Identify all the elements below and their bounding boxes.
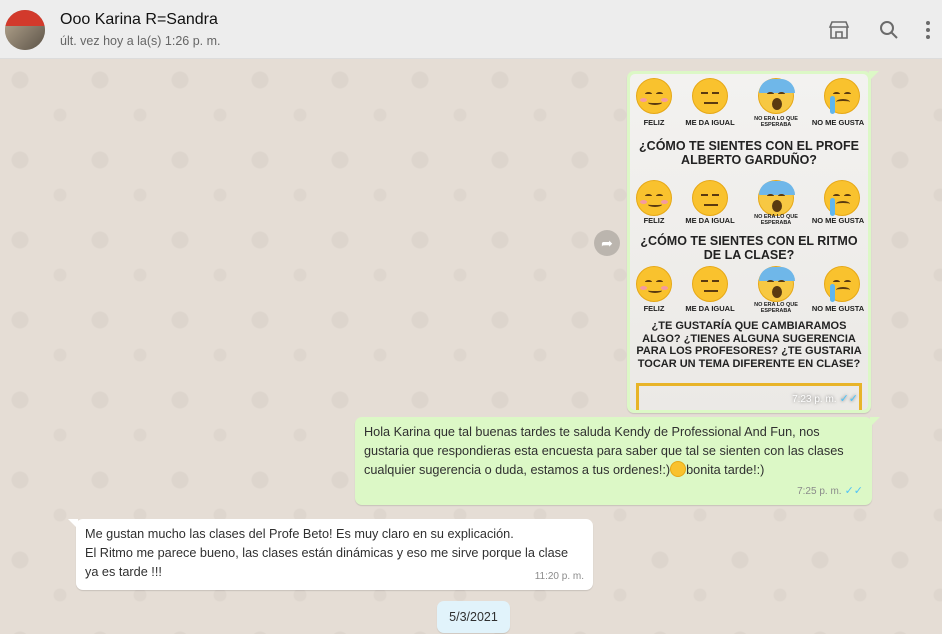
- bubble-tail: [869, 71, 879, 81]
- contact-name[interactable]: Ooo Karina R=Sandra: [60, 11, 218, 29]
- outgoing-message[interactable]: Hola Karina que tal buenas tardes te sal…: [355, 417, 880, 505]
- neutral-emoji-icon: [692, 78, 728, 114]
- last-seen-status: últ. vez hoy a la(s) 1:26 p. m.: [60, 34, 221, 48]
- bubble-tail: [68, 519, 78, 529]
- date-separator: 5/3/2021: [437, 601, 510, 633]
- crying-emoji-icon: [824, 266, 860, 302]
- avatar-banner: [5, 10, 45, 26]
- shocked-emoji-icon: [758, 180, 795, 216]
- poll-label: NO ERA LO QUE ESPERABA: [754, 116, 798, 128]
- chat-header: Ooo Karina R=Sandra últ. vez hoy a la(s)…: [0, 0, 942, 59]
- happy-emoji-icon: [636, 180, 672, 216]
- search-icon[interactable]: [877, 18, 901, 42]
- poll-label: ME DA IGUAL: [685, 118, 735, 127]
- neutral-emoji-icon: [692, 180, 728, 216]
- bubble-tail: [870, 417, 880, 427]
- message-text: Me gustan mucho las clases del Profe Bet…: [85, 527, 569, 579]
- poll-image[interactable]: FELIZ ME DA IGUAL NO ERA LO QUE ESPERABA…: [630, 74, 868, 410]
- message-text: Hola Karina que tal buenas tardes te sal…: [364, 425, 848, 477]
- avatar[interactable]: [5, 10, 45, 50]
- poll-question: ¿TE GUSTARÍA QUE CAMBIARAMOS ALGO? ¿TIEN…: [636, 320, 862, 370]
- chat-area[interactable]: ➦ FELIZ ME DA IGUAL NO ERA LO QUE ESPERA…: [0, 60, 942, 634]
- read-ticks-icon: ✓✓: [839, 393, 858, 405]
- shocked-emoji-icon: [758, 266, 795, 302]
- poll-label: FELIZ: [643, 304, 665, 313]
- shocked-emoji-icon: [758, 78, 795, 114]
- image-message[interactable]: FELIZ ME DA IGUAL NO ERA LO QUE ESPERABA…: [627, 71, 879, 413]
- crying-emoji-icon: [824, 180, 860, 216]
- poll-label: NO ME GUSTA: [811, 304, 865, 313]
- hugging-emoji-icon: [670, 461, 687, 477]
- message-time: 7:23 p. m. ✓✓: [792, 393, 858, 405]
- read-ticks-icon: ✓✓: [844, 485, 863, 497]
- happy-emoji-icon: [636, 78, 672, 114]
- poll-label: NO ERA LO QUE ESPERABA: [754, 214, 798, 226]
- poll-label: FELIZ: [643, 216, 665, 225]
- happy-emoji-icon: [636, 266, 672, 302]
- message-time: 7:25 p. m. ✓✓: [797, 485, 863, 497]
- neutral-emoji-icon: [692, 266, 728, 302]
- menu-icon[interactable]: [918, 18, 938, 42]
- poll-label: ME DA IGUAL: [685, 304, 735, 313]
- poll-label: NO ME GUSTA: [811, 216, 865, 225]
- incoming-message[interactable]: Me gustan mucho las clases del Profe Bet…: [68, 519, 593, 590]
- poll-question: ¿CÓMO TE SIENTES CON EL PROFE ALBERTO GA…: [639, 139, 859, 167]
- message-time: 11:20 p. m.: [534, 571, 584, 582]
- store-icon[interactable]: [827, 18, 851, 42]
- forward-icon[interactable]: ➦: [594, 230, 620, 256]
- poll-label: ME DA IGUAL: [685, 216, 735, 225]
- poll-question: ¿CÓMO TE SIENTES CON EL RITMO DE LA CLAS…: [640, 234, 858, 262]
- crying-emoji-icon: [824, 78, 860, 114]
- poll-label: NO ME GUSTA: [811, 118, 865, 127]
- avatar-photo: [5, 26, 45, 50]
- poll-label: FELIZ: [643, 118, 665, 127]
- poll-label: NO ERA LO QUE ESPERABA: [754, 302, 798, 314]
